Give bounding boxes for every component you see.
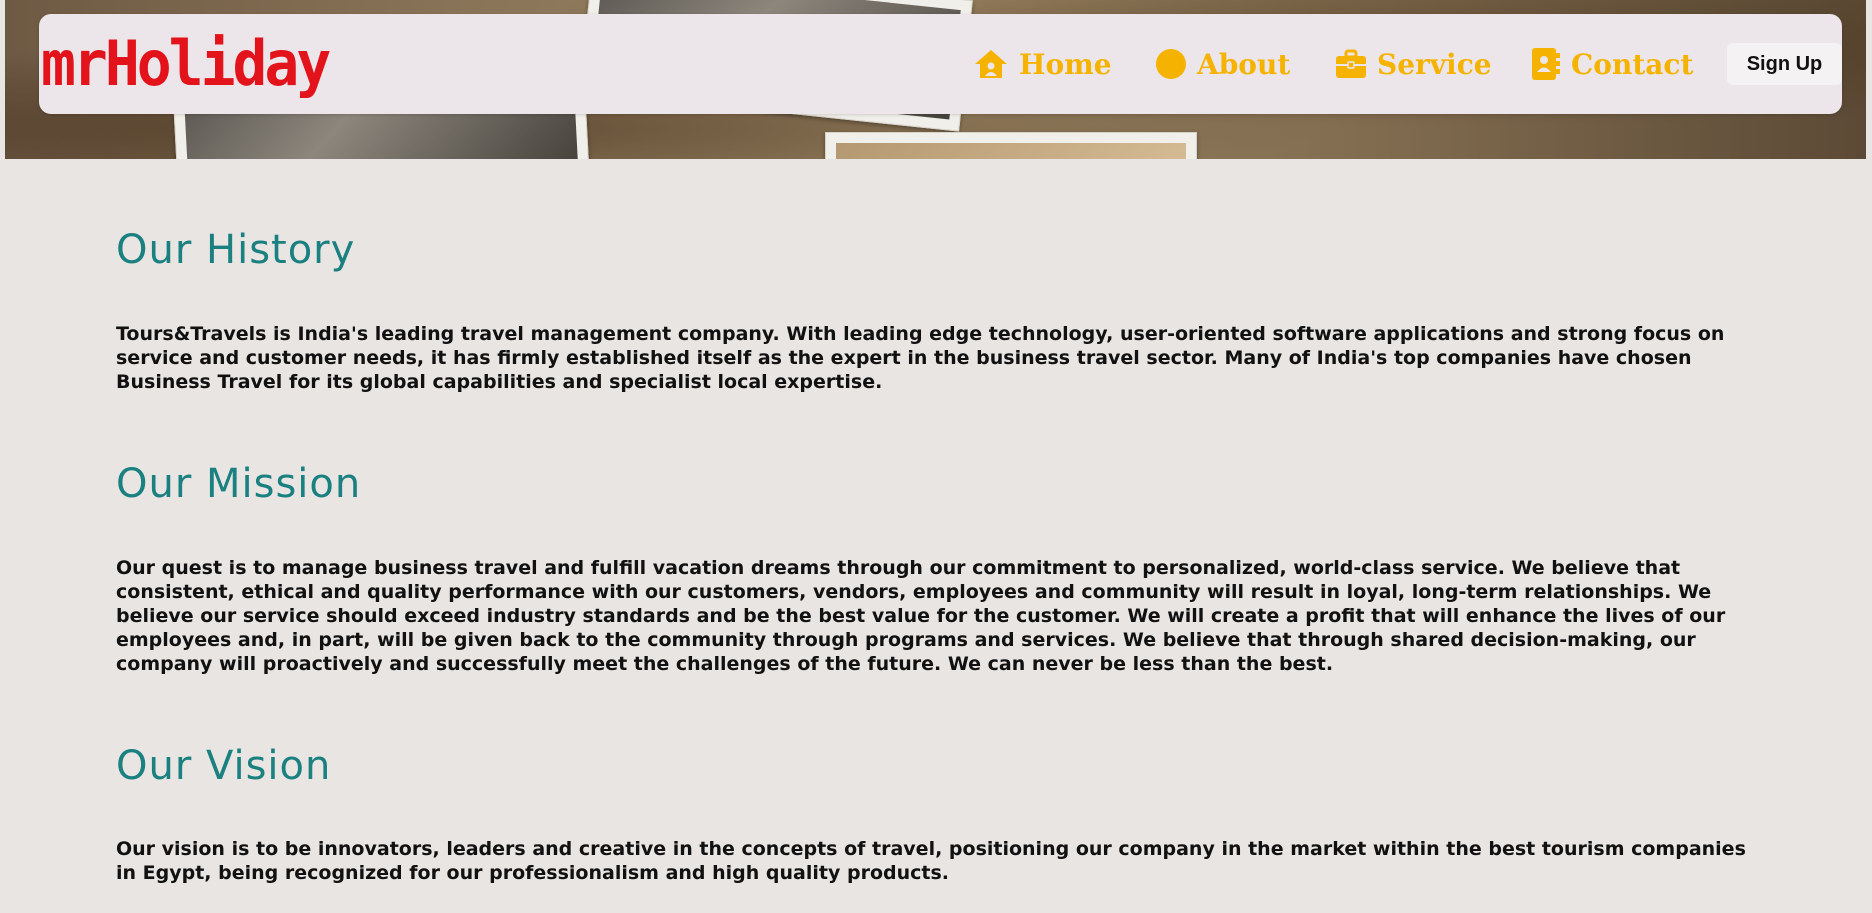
logo[interactable]: mrHoliday xyxy=(41,32,331,95)
nav-home-label: Home xyxy=(1019,47,1112,81)
background-photo xyxy=(825,132,1197,159)
navbar: mrHoliday Home About Service Contact Sig… xyxy=(39,14,1842,114)
hero-banner: mrHoliday Home About Service Contact Sig… xyxy=(5,0,1866,159)
nav-home[interactable]: Home xyxy=(973,14,1112,114)
nav-about-label: About xyxy=(1197,47,1291,81)
briefcase-icon xyxy=(1336,49,1366,78)
history-text: Tours&Travels is India's leading travel … xyxy=(116,323,1725,393)
nav-contact-label: Contact xyxy=(1571,47,1694,81)
mission-title: Our Mission xyxy=(116,461,362,507)
vision-title: Our Vision xyxy=(116,743,332,789)
nav-about[interactable]: About xyxy=(1155,14,1290,114)
nav-contact[interactable]: Contact xyxy=(1531,14,1693,114)
home-icon xyxy=(975,50,1007,78)
signup-button[interactable]: Sign Up xyxy=(1727,43,1842,85)
nav-service[interactable]: Service xyxy=(1335,14,1492,114)
circle-icon xyxy=(1156,49,1186,79)
history-title: Our History xyxy=(116,227,356,273)
contact-book-icon xyxy=(1532,48,1560,80)
mission-text: Our quest is to manage business travel a… xyxy=(116,557,1726,675)
nav-service-label: Service xyxy=(1377,47,1492,81)
vision-text: Our vision is to be innovators, leaders … xyxy=(116,838,1746,884)
